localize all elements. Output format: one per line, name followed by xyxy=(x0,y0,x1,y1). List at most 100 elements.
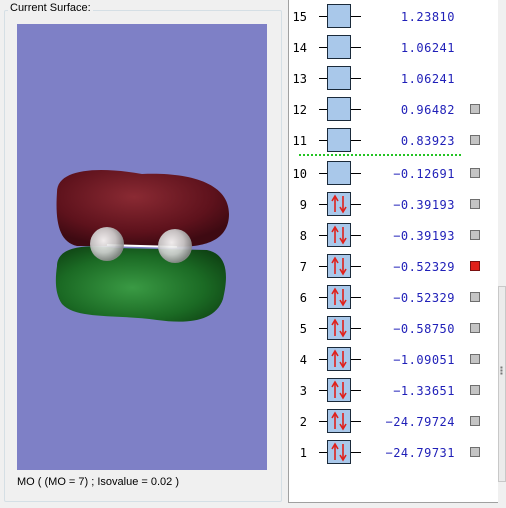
mo-energy: −1.33651 xyxy=(393,384,455,398)
mo-number: 10 xyxy=(292,167,307,181)
level-lead-left xyxy=(319,140,327,141)
spin-pair-arrows-icon xyxy=(331,225,347,245)
mo-row[interactable]: 4 −1.09051 xyxy=(289,347,489,373)
level-lead-left xyxy=(319,109,327,110)
orbital-level-box[interactable] xyxy=(327,192,351,216)
mo-row[interactable]: 2 −24.79724 xyxy=(289,409,489,435)
mo-energy: 1.06241 xyxy=(400,41,455,55)
orbital-level-box[interactable] xyxy=(327,4,351,28)
mo-select-checkbox[interactable] xyxy=(470,354,480,364)
mo-energy: −0.52329 xyxy=(393,260,455,274)
mo-select-checkbox[interactable] xyxy=(470,323,480,333)
orbital-level-box[interactable] xyxy=(327,128,351,152)
orbital-level-box[interactable] xyxy=(327,223,351,247)
mo-number: 8 xyxy=(299,229,307,243)
orbital-level-box[interactable] xyxy=(327,66,351,90)
mo-number: 3 xyxy=(299,384,307,398)
mo-select-checkbox[interactable] xyxy=(470,447,480,457)
orbital-level-box[interactable] xyxy=(327,409,351,433)
level-lead-left xyxy=(319,173,327,174)
atom-left xyxy=(90,227,124,261)
mo-energy: −0.12691 xyxy=(393,167,455,181)
scroll-grip-icon: ▪ ▪ ▪ xyxy=(500,363,503,378)
orbital-level-box[interactable] xyxy=(327,285,351,309)
orbital-level-box[interactable] xyxy=(327,97,351,121)
level-lead-left xyxy=(319,235,327,236)
orbital-level-box[interactable] xyxy=(327,347,351,371)
mo-number: 1 xyxy=(299,446,307,460)
orbital-level-box[interactable] xyxy=(327,378,351,402)
mo-row[interactable]: 11 0.83923 xyxy=(289,128,489,154)
orbital-render xyxy=(55,169,230,322)
level-lead-left xyxy=(319,452,327,453)
mo-energy: −24.79724 xyxy=(385,415,455,429)
molecule-viewport[interactable] xyxy=(17,24,267,470)
atom-right xyxy=(158,229,192,263)
mo-energy: 0.96482 xyxy=(400,103,455,117)
mo-row[interactable]: 9 −0.39193 xyxy=(289,192,489,218)
spin-pair-arrows-icon xyxy=(331,194,347,214)
spin-pair-arrows-icon xyxy=(331,411,347,431)
spin-pair-arrows-icon xyxy=(331,287,347,307)
mo-number: 6 xyxy=(299,291,307,305)
mo-energy: 0.83923 xyxy=(400,134,455,148)
mo-select-checkbox[interactable] xyxy=(470,230,480,240)
mo-energy: −0.39193 xyxy=(393,198,455,212)
mo-energy: −0.39193 xyxy=(393,229,455,243)
mo-energy: −0.58750 xyxy=(393,322,455,336)
orbital-level-box[interactable] xyxy=(327,316,351,340)
mo-row[interactable]: 13 1.06241 xyxy=(289,66,489,92)
mo-row[interactable]: 1 −24.79731 xyxy=(289,440,489,466)
mo-energy: −24.79731 xyxy=(385,446,455,460)
mo-energy: −1.09051 xyxy=(393,353,455,367)
orbital-level-box[interactable] xyxy=(327,440,351,464)
mo-select-checkbox[interactable] xyxy=(470,416,480,426)
mo-number: 2 xyxy=(299,415,307,429)
level-lead-left xyxy=(319,328,327,329)
spin-pair-arrows-icon xyxy=(331,318,347,338)
mo-select-checkbox[interactable] xyxy=(470,199,480,209)
mo-number: 9 xyxy=(299,198,307,212)
group-title: Current Surface: xyxy=(8,2,93,14)
mo-select-checkbox[interactable] xyxy=(470,104,480,114)
mo-number: 5 xyxy=(299,322,307,336)
mo-row[interactable]: 3 −1.33651 xyxy=(289,378,489,404)
mo-number: 14 xyxy=(292,41,307,55)
mo-select-checkbox[interactable] xyxy=(470,385,480,395)
mo-row[interactable]: 14 1.06241 xyxy=(289,35,489,61)
mo-row[interactable]: 12 0.96482 xyxy=(289,97,489,123)
mo-number: 15 xyxy=(292,10,307,24)
orbital-level-box[interactable] xyxy=(327,254,351,278)
spin-pair-arrows-icon xyxy=(331,349,347,369)
mo-diagram-panel[interactable]: 15 1.23810 14 1.06241 13 1.06241 12 0.96… xyxy=(288,0,500,503)
orbital-level-box[interactable] xyxy=(327,161,351,185)
level-lead-left xyxy=(319,47,327,48)
level-lead-left xyxy=(319,204,327,205)
mo-row[interactable]: 7 −0.52329 xyxy=(289,254,489,280)
spin-pair-arrows-icon xyxy=(331,442,347,462)
mo-row[interactable]: 6 −0.52329 xyxy=(289,285,489,311)
mo-row[interactable]: 8 −0.39193 xyxy=(289,223,489,249)
positive-lobe xyxy=(56,169,230,247)
mo-scrollbar-thumb[interactable] xyxy=(498,286,506,482)
mo-number: 11 xyxy=(292,134,307,148)
level-lead-left xyxy=(319,297,327,298)
orbital-level-box[interactable] xyxy=(327,35,351,59)
mo-row[interactable]: 15 1.23810 xyxy=(289,4,489,30)
mo-number: 12 xyxy=(292,103,307,117)
mo-energy: −0.52329 xyxy=(393,291,455,305)
mo-row[interactable]: 5 −0.58750 xyxy=(289,316,489,342)
level-lead-left xyxy=(319,266,327,267)
mo-row[interactable]: 10 −0.12691 xyxy=(289,161,489,187)
level-lead-left xyxy=(319,390,327,391)
mo-select-checkbox-selected[interactable] xyxy=(470,261,480,271)
status-text: MO ( (MO = 7) ; Isovalue = 0.02 ) xyxy=(17,476,179,488)
mo-energy: 1.23810 xyxy=(400,10,455,24)
mo-select-checkbox[interactable] xyxy=(470,135,480,145)
level-lead-left xyxy=(319,421,327,422)
mo-select-checkbox[interactable] xyxy=(470,292,480,302)
mo-number: 7 xyxy=(299,260,307,274)
negative-lobe xyxy=(55,246,226,322)
mo-number: 13 xyxy=(292,72,307,86)
mo-select-checkbox[interactable] xyxy=(470,168,480,178)
